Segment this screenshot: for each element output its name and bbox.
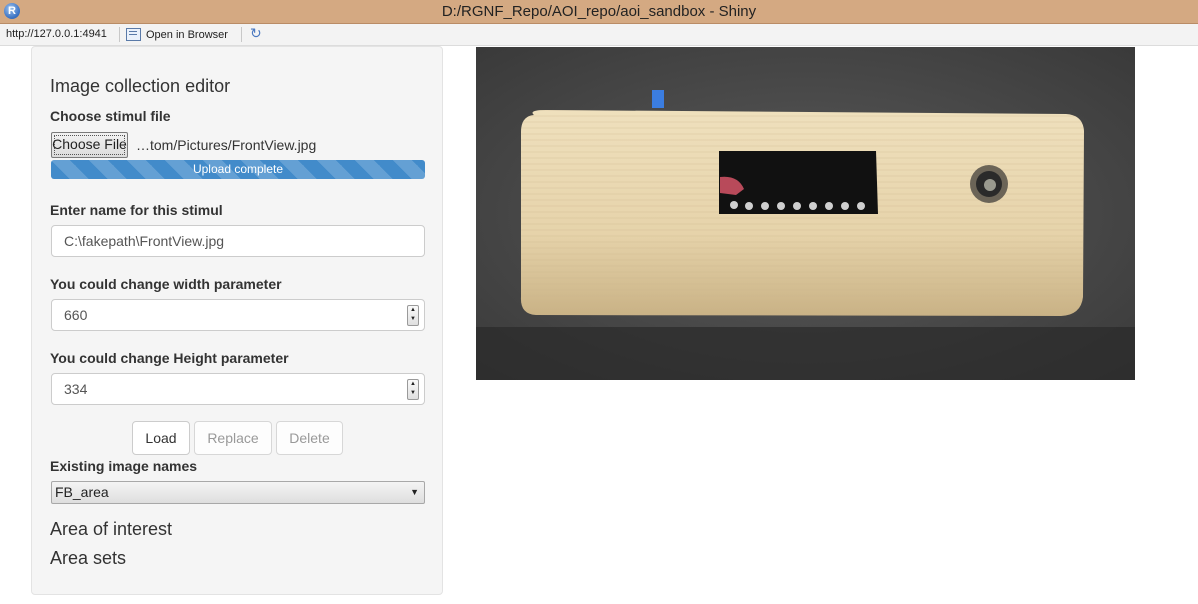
width-value: 660 — [64, 307, 88, 323]
stimul-name-input[interactable]: C:\fakepath\FrontView.jpg — [51, 225, 425, 257]
chevron-down-icon: ▼ — [410, 487, 419, 497]
height-value: 334 — [64, 381, 88, 397]
existing-images-select[interactable]: FB_area ▼ — [51, 481, 425, 504]
height-label: You could change Height parameter — [50, 350, 289, 366]
delete-button[interactable]: Delete — [276, 421, 343, 455]
window-title: D:/RGNF_Repo/AOI_repo/aoi_sandbox - Shin… — [441, 3, 757, 20]
url-text: http://127.0.0.1:4941 — [6, 28, 107, 40]
open-in-browser-button[interactable]: Open in Browser — [126, 26, 228, 43]
address-bar: http://127.0.0.1:4941 Open in Browser ↻ — [0, 24, 1198, 46]
width-spinner[interactable]: ▲ ▼ — [407, 305, 419, 326]
divider — [119, 27, 120, 42]
width-label: You could change width parameter — [50, 276, 282, 292]
selected-image-name: FB_area — [55, 484, 109, 500]
height-input[interactable]: 334 ▲ ▼ — [51, 373, 425, 405]
load-button[interactable]: Load — [132, 421, 190, 455]
height-spinner[interactable]: ▲ ▼ — [407, 379, 419, 400]
refresh-icon[interactable]: ↻ — [250, 25, 262, 42]
open-in-browser-label: Open in Browser — [146, 28, 228, 41]
stimulus-image — [476, 47, 1135, 380]
wooden-block-photo — [476, 47, 1135, 380]
width-input[interactable]: 660 ▲ ▼ — [51, 299, 425, 331]
editor-heading: Image collection editor — [50, 76, 231, 96]
upload-status: Upload complete — [192, 162, 284, 176]
upload-progress-bar: Upload complete — [51, 160, 425, 179]
area-sets-heading[interactable]: Area sets — [50, 548, 126, 569]
choose-file-label: Choose stimul file — [50, 108, 171, 124]
replace-button[interactable]: Replace — [194, 421, 272, 455]
browser-window-icon — [126, 28, 141, 41]
aoi-heading[interactable]: Area of interest — [50, 519, 172, 540]
selected-file-name: …tom/Pictures/FrontView.jpg — [136, 137, 317, 153]
name-label: Enter name for this stimul — [50, 202, 223, 218]
divider — [241, 27, 242, 42]
sidebar-panel: Image collection editor Choose stimul fi… — [31, 46, 443, 595]
window-titlebar: R D:/RGNF_Repo/AOI_repo/aoi_sandbox - Sh… — [0, 0, 1198, 24]
choose-file-button[interactable]: Choose File — [51, 132, 128, 158]
existing-images-label: Existing image names — [50, 458, 198, 474]
